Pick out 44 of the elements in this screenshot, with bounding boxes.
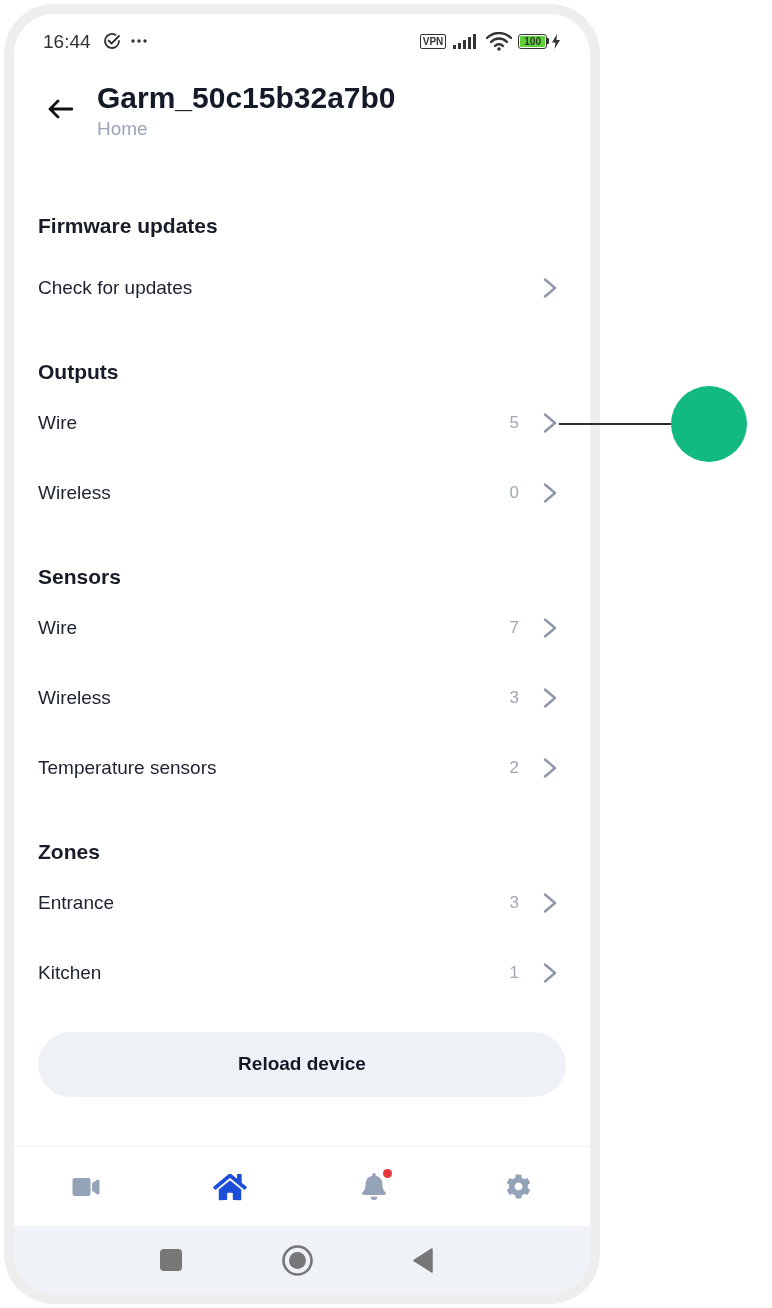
settings-icon[interactable] — [505, 1174, 531, 1199]
item-count: 3 — [509, 687, 519, 710]
chevron-right-icon — [543, 278, 557, 298]
vpn-indicator: VPN — [419, 33, 447, 49]
list-item[interactable]: Wireless — [38, 478, 111, 508]
list-item[interactable]: Wire — [38, 408, 78, 438]
chevron-right-icon — [543, 483, 557, 503]
list-item[interactable]: Check for updates — [38, 273, 193, 303]
more-dots-icon — [130, 39, 147, 43]
section-title: Outputs — [38, 359, 119, 386]
item-count: 1 — [509, 962, 519, 985]
list-item[interactable]: Kitchen — [38, 958, 102, 988]
chevron-right-icon — [543, 893, 557, 913]
chevron-right-icon — [543, 618, 557, 638]
check-circle-icon — [102, 32, 121, 50]
chevron-right-icon — [543, 963, 557, 983]
list-item[interactable]: Temperature sensors — [38, 753, 217, 783]
device-subtitle: Home — [97, 118, 149, 140]
back-arrow-icon[interactable] — [48, 99, 73, 119]
back-triangle-icon[interactable] — [412, 1247, 433, 1273]
battery-indicator: 100 — [518, 33, 549, 49]
device-title: Garm_50c15b32a7b0 — [97, 83, 396, 113]
item-count: 3 — [509, 892, 519, 915]
wifi-icon — [486, 31, 513, 51]
chevron-right-icon — [543, 413, 557, 433]
item-count: 7 — [509, 617, 519, 640]
item-count: 2 — [509, 757, 519, 780]
section-title: Firmware updates — [38, 213, 218, 240]
section-title: Sensors — [38, 564, 121, 591]
section-title: Zones — [38, 839, 100, 866]
list-item[interactable]: Entrance — [38, 888, 115, 918]
recents-square-icon[interactable] — [159, 1249, 182, 1271]
list-item[interactable]: Wireless — [38, 683, 111, 713]
status-time: 16:44 — [43, 31, 91, 51]
home-icon[interactable] — [213, 1171, 247, 1202]
chevron-right-icon — [543, 758, 557, 778]
chevron-right-icon — [543, 688, 557, 708]
home-circle-icon[interactable] — [281, 1244, 313, 1276]
reload-device-button[interactable]: Reload device — [38, 1032, 566, 1097]
bell-icon[interactable] — [362, 1173, 386, 1200]
item-count: 0 — [509, 482, 519, 505]
list-item[interactable]: Wire — [38, 613, 78, 643]
charging-bolt-icon — [552, 33, 560, 49]
item-count: 5 — [509, 412, 519, 435]
